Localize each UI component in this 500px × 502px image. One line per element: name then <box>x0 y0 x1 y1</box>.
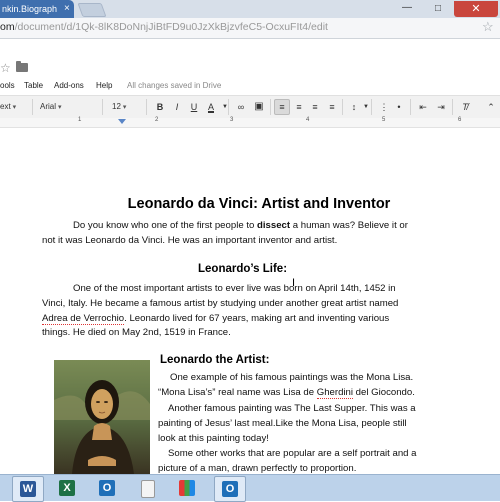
life-line-4: things. He died on May 2nd, 1519 in Fran… <box>42 327 231 338</box>
menu-table[interactable]: Table <box>24 81 43 90</box>
ruler: 1 2 3 4 5 6 <box>0 117 500 128</box>
star-document-icon[interactable]: ☆ <box>0 61 11 75</box>
app-grid-icon <box>179 480 195 496</box>
life-line-2: Vinci, Italy. He became a famous artist … <box>42 298 399 309</box>
toolbar-divider <box>371 99 372 115</box>
clear-formatting-icon[interactable]: T̸ <box>458 100 472 114</box>
blank-file-icon <box>141 480 155 498</box>
document-page[interactable]: Leonardo da Vinci: Artist and Inventor D… <box>0 128 500 474</box>
excel-icon: X <box>59 480 75 496</box>
font-size-dropdown[interactable]: 12 <box>112 100 126 114</box>
font-family-dropdown[interactable]: Arial <box>40 100 96 114</box>
text-color-button[interactable]: A <box>204 100 218 114</box>
life-text: . Leonardo lived for 67 years, making ar… <box>124 313 390 324</box>
align-left-icon[interactable]: ≡ <box>274 99 290 115</box>
intro-line-1: Do you know who one of the first people … <box>73 218 408 234</box>
url-text[interactable]: om/document/d/1Qk-8lK8DoNnjJiBtFD9u0JzXk… <box>0 20 328 35</box>
menu-add-ons[interactable]: Add-ons <box>54 81 84 90</box>
artist-text: “Mona Lisa’s” real name was Lisa de <box>158 387 317 398</box>
paragraph-style-dropdown[interactable]: ext <box>0 100 16 114</box>
close-tab-icon[interactable]: × <box>64 0 70 18</box>
chevron-down-icon[interactable]: ▼ <box>218 100 232 114</box>
align-center-icon[interactable]: ≡ <box>292 100 306 114</box>
toolbar-divider <box>102 99 103 115</box>
life-heading: Leonardo’s Life: <box>198 263 288 275</box>
windows-taskbar: WXOO <box>0 474 500 502</box>
close-window-button[interactable]: ✕ <box>454 1 498 17</box>
collapse-toolbar-icon[interactable]: ⌃ <box>484 100 498 114</box>
bold-word: dissect <box>257 220 291 231</box>
numbered-list-icon[interactable]: ⋮ <box>377 100 391 114</box>
artist-line-3: Another famous painting was The Last Sup… <box>168 403 416 414</box>
toolbar-divider <box>270 99 271 115</box>
toolbar-divider <box>228 99 229 115</box>
toolbar-divider <box>146 99 147 115</box>
menu-help[interactable]: Help <box>96 81 112 90</box>
new-tab-button[interactable] <box>77 3 107 17</box>
bulleted-list-icon[interactable]: • <box>392 100 406 114</box>
taskbar-button[interactable]: W <box>12 476 44 502</box>
toolbar-divider <box>342 99 343 115</box>
docs-header: ☆ ools Table Add-ons Help All changes sa… <box>0 39 500 94</box>
ruler-number: 3 <box>230 117 234 123</box>
address-bar[interactable]: om/document/d/1Qk-8lK8DoNnjJiBtFD9u0JzXk… <box>0 18 500 39</box>
taskbar-button[interactable]: X <box>52 476 82 500</box>
artist-line-4: painting of Jesus’ last meal.Like the Mo… <box>158 418 407 429</box>
comment-icon[interactable]: ▣ <box>252 100 266 114</box>
taskbar-button[interactable]: O <box>92 476 122 500</box>
toolbar-divider <box>32 99 33 115</box>
browser-tab-title: nkin.Biograph <box>2 4 58 14</box>
intro-text: a human was? Believe it or <box>290 220 408 231</box>
taskbar-button[interactable] <box>132 476 162 500</box>
outlook-icon: O <box>222 481 238 497</box>
folder-icon[interactable] <box>16 61 28 72</box>
mona-lisa-image[interactable] <box>54 360 150 474</box>
bookmark-star-icon[interactable]: ☆ <box>482 19 494 35</box>
taskbar-button[interactable]: O <box>214 476 246 502</box>
minimize-window-button[interactable]: — <box>392 2 422 16</box>
browser-tab-strip: nkin.Biograph × — □ ✕ <box>0 0 500 18</box>
menu-tools[interactable]: ools <box>0 81 15 90</box>
artist-heading: Leonardo the Artist: <box>160 354 270 366</box>
save-status[interactable]: All changes saved in Drive <box>127 81 221 90</box>
underline-button[interactable]: U <box>187 100 201 114</box>
artist-line-6: Some other works that are popular are a … <box>168 448 417 459</box>
link-icon[interactable]: ∞ <box>234 100 248 114</box>
artist-line-1: One example of his famous paintings was … <box>170 372 414 383</box>
artist-line-5: look at this painting today! <box>158 433 269 444</box>
intro-line-2: not it was Leonardo da Vinci. He was an … <box>42 235 338 246</box>
intro-text: Do you know who one of the first people … <box>73 220 257 231</box>
misspelled-word[interactable]: Adrea de Verrochio <box>42 313 125 325</box>
increase-indent-icon[interactable]: ⇥ <box>434 100 448 114</box>
ruler-number: 5 <box>382 117 386 123</box>
italic-button[interactable]: I <box>170 100 184 114</box>
toolbar-divider <box>452 99 453 115</box>
life-line-1: One of the most important artists to eve… <box>73 283 396 294</box>
toolbar-divider <box>410 99 411 115</box>
ruler-number: 6 <box>458 117 462 123</box>
browser-tab[interactable]: nkin.Biograph <box>0 0 74 18</box>
taskbar-button[interactable] <box>172 476 202 500</box>
ruler-number: 1 <box>78 117 82 123</box>
align-justify-icon[interactable]: ≡ <box>325 100 339 114</box>
maximize-window-button[interactable]: □ <box>423 2 453 16</box>
ruler-number: 4 <box>306 117 310 123</box>
word-icon: W <box>20 481 36 497</box>
document-title: Leonardo da Vinci: Artist and Inventor <box>127 196 391 212</box>
artist-text: del Giocondo. <box>353 387 415 398</box>
url-path: /document/d/1Qk-8lK8DoNnjJiBtFD9u0JzXkBj… <box>14 21 328 33</box>
mona-lisa-painting <box>54 360 150 474</box>
align-right-icon[interactable]: ≡ <box>308 100 322 114</box>
artist-line-2: “Mona Lisa’s” real name was Lisa de Gher… <box>158 385 415 401</box>
indent-marker-icon[interactable] <box>118 119 126 124</box>
ruler-number: 2 <box>155 117 159 123</box>
outlook-icon: O <box>99 480 115 496</box>
misspelled-word[interactable]: Gherdini <box>316 387 353 399</box>
bold-button[interactable]: B <box>153 100 167 114</box>
formatting-toolbar: ext Arial 12 B I U A ▼ ∞ ▣ ≡ ≡ ≡ ≡ ↕ ▼ ⋮… <box>0 95 500 119</box>
decrease-indent-icon[interactable]: ⇤ <box>416 100 430 114</box>
url-host: om <box>0 21 15 33</box>
